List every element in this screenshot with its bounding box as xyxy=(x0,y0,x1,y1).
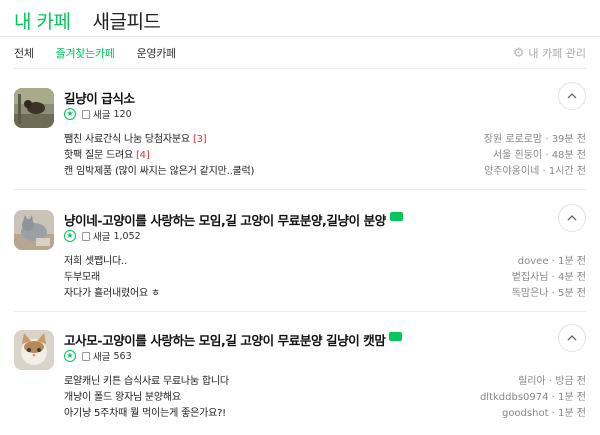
cafe-card: 길냥이 급식소 ★ 새글 120 쨈친 사료간식 나눔 당첨자분요 [3] 장원 … xyxy=(14,82,586,178)
cafe-thumbnail[interactable] xyxy=(14,210,54,250)
post-meta: 독맘은나 · 5분 전 xyxy=(511,288,586,299)
list-item[interactable]: 개냥이 폴드 왕자님 분양해요 dltkddbs0974 · 1분 전 xyxy=(64,388,586,403)
cafe-meta: ★ 새글 120 xyxy=(64,107,132,121)
list-item[interactable]: 두부모래 볕집사님 · 4분 전 xyxy=(64,268,586,283)
comment-count: [4] xyxy=(135,150,150,161)
chevron-up-icon xyxy=(567,93,577,99)
list-item[interactable]: 캔 임박제품 (많이 싸지는 않은거 같지만..쿨럭) 양주야옹이네 · 1시간… xyxy=(64,162,586,177)
post-meta: 양주야옹이네 · 1시간 전 xyxy=(484,166,586,177)
collapse-button[interactable] xyxy=(558,324,586,352)
new-badge-icon xyxy=(389,332,403,341)
sub-tabs-divider xyxy=(14,68,586,69)
new-posts-label: 새글 xyxy=(93,110,111,121)
post-title[interactable]: 캔 임박제품 (많이 싸지는 않은거 같지만..쿨럭) xyxy=(64,162,254,177)
post-meta: dovee · 1분 전 xyxy=(517,256,586,267)
star-icon[interactable]: ★ xyxy=(64,108,76,120)
post-title[interactable]: 핫팩 질문 드려요 [4] xyxy=(64,146,150,161)
cafe-divider xyxy=(14,189,586,190)
chevron-up-icon xyxy=(567,335,577,341)
collapse-button[interactable] xyxy=(558,82,586,110)
post-meta: dltkddbs0974 · 1분 전 xyxy=(479,392,586,403)
cafe-name[interactable]: 고사모-고양이를 사랑하는 모임,길 고양이 무료분양 길냥이 캣맘 xyxy=(64,330,403,349)
post-title[interactable]: 개냥이 폴드 왕자님 분양해요 xyxy=(64,388,181,403)
list-item[interactable]: 자다가 흘러내렸어요 ㅎ 독맘은나 · 5분 전 xyxy=(64,284,586,299)
cafe-card: 고사모-고양이를 사랑하는 모임,길 고양이 무료분양 길냥이 캣맘 ★ 새글 … xyxy=(14,324,586,420)
new-badge-icon xyxy=(389,212,403,221)
cafe-thumbnail[interactable] xyxy=(14,330,54,370)
new-posts-count: 1,052 xyxy=(113,230,141,242)
sub-tab-all[interactable]: 전체 xyxy=(14,45,34,61)
list-item[interactable]: 쨈친 사료간식 나눔 당첨자분요 [3] 장원 로로로맘 · 39분 전 xyxy=(64,130,586,145)
post-meta: 릴리아 · 방금 전 xyxy=(518,376,586,387)
cafe-name[interactable]: 냥이네-고양이를 사랑하는 모임,길 고양이 무료분양,길냥이 분양 xyxy=(64,210,403,229)
sub-tabs: 전체 즐겨찾는카페 운영카페 xyxy=(14,44,198,62)
post-title[interactable]: 로얄캐닌 키튼 습식사료 무료나눔 합니다 xyxy=(64,372,229,387)
new-posts-count: 563 xyxy=(113,350,132,362)
tab-my-cafe[interactable]: 내 카페 xyxy=(14,7,71,34)
top-tabs: 내 카페 새글피드 xyxy=(14,6,182,34)
manage-cafe-button[interactable]: ⚙ 내 카페 관리 xyxy=(513,44,586,62)
sub-tab-managed[interactable]: 운영카페 xyxy=(137,45,177,61)
post-title[interactable]: 두부모래 xyxy=(64,268,100,283)
gear-icon: ⚙ xyxy=(512,45,525,61)
list-item[interactable]: 핫팩 질문 드려요 [4] 서울 흰둥이 · 48분 전 xyxy=(64,146,586,161)
comment-count: [3] xyxy=(192,134,207,145)
collapse-button[interactable] xyxy=(558,204,586,232)
document-icon xyxy=(82,109,90,119)
star-icon[interactable]: ★ xyxy=(64,350,76,362)
header-divider xyxy=(0,36,600,37)
document-icon xyxy=(82,351,90,361)
list-item[interactable]: 저희 셋쨉니다.. dovee · 1분 전 xyxy=(64,252,586,267)
post-title[interactable]: 자다가 흘러내렸어요 ㅎ xyxy=(64,284,160,299)
cafe-name[interactable]: 길냥이 급식소 xyxy=(64,88,135,107)
sub-tab-favorites[interactable]: 즐겨찾는카페 xyxy=(56,45,115,61)
post-meta: 서울 흰둥이 · 48분 전 xyxy=(492,150,586,161)
new-posts-count: 120 xyxy=(113,108,132,120)
list-item[interactable]: 아기냥 5주차때 뭘 먹이는게 좋은가요?! goodshot · 1분 전 xyxy=(64,404,586,419)
post-meta: goodshot · 1분 전 xyxy=(501,408,586,419)
tab-new-feed[interactable]: 새글피드 xyxy=(92,7,160,34)
cafe-divider xyxy=(14,311,586,312)
post-title[interactable]: 쨈친 사료간식 나눔 당첨자분요 [3] xyxy=(64,130,207,145)
manage-cafe-label: 내 카페 관리 xyxy=(528,47,586,60)
chevron-up-icon xyxy=(567,215,577,221)
post-title[interactable]: 아기냥 5주차때 뭘 먹이는게 좋은가요?! xyxy=(64,404,226,419)
new-posts-label: 새글 xyxy=(93,352,111,363)
cafe-meta: ★ 새글 563 xyxy=(64,349,132,363)
post-meta: 볕집사님 · 4분 전 xyxy=(511,272,586,283)
cafe-thumbnail[interactable] xyxy=(14,88,54,128)
document-icon xyxy=(82,231,90,241)
cafe-meta: ★ 새글 1,052 xyxy=(64,229,141,243)
post-title[interactable]: 저희 셋쨉니다.. xyxy=(64,252,127,267)
star-icon[interactable]: ★ xyxy=(64,230,76,242)
cafe-card: 냥이네-고양이를 사랑하는 모임,길 고양이 무료분양,길냥이 분양 ★ 새글 … xyxy=(14,204,586,300)
new-posts-label: 새글 xyxy=(93,232,111,243)
post-meta: 장원 로로로맘 · 39분 전 xyxy=(483,134,586,145)
list-item[interactable]: 로얄캐닌 키튼 습식사료 무료나눔 합니다 릴리아 · 방금 전 xyxy=(64,372,586,387)
